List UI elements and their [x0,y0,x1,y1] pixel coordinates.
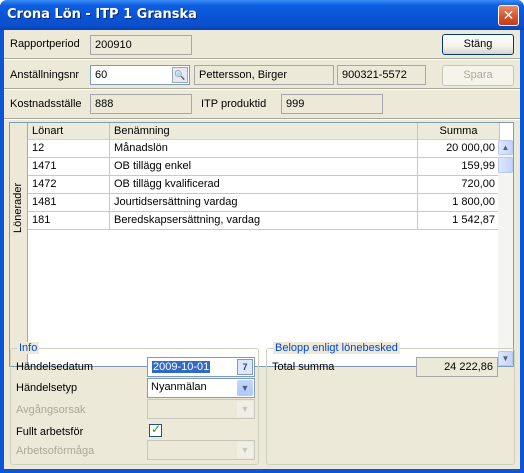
divider [4,88,520,90]
fullt-arbetsfor-checkbox[interactable]: ✓ [149,422,162,437]
table-row[interactable]: 12 Månadslön 20 000,00 [28,140,500,158]
handelsetyp-select[interactable]: Nyanmälan ▼ [147,378,255,398]
cell-lonart: 12 [28,140,110,158]
divider [4,58,520,60]
total-summa-field: 24 222,86 [416,357,498,377]
handelsedatum-value: 2009-10-01 [152,361,211,373]
spara-button[interactable]: Spara [442,65,514,86]
cell-summa: 20 000,00 [418,140,500,158]
itp-produktid-label: ITP produktid [201,98,267,110]
lonerader-tab[interactable]: Lönerader [10,123,28,366]
cell-summa: 159,99 [418,158,500,176]
scroll-thumb[interactable] [498,157,513,173]
rapportperiod-label: Rapportperiod [10,38,80,50]
grid-header: Lönart Benämning Summa [28,123,500,140]
divider [4,118,520,120]
stang-button[interactable]: Stäng [442,34,514,55]
cell-summa: 1 800,00 [418,194,500,212]
itp-produktid-field: 999 [281,94,383,114]
scroll-up-icon[interactable]: ▲ [498,140,513,155]
checkmark-icon: ✓ [151,422,162,436]
column-header-benamning[interactable]: Benämning [110,123,418,140]
handelsetyp-value: Nyanmälan [151,381,207,393]
kostnadsstalle-label: Kostnadsställe [10,98,82,110]
cell-benamning: Jourtidsersättning vardag [110,194,418,212]
app-window: Crona Lön - ITP 1 Granska ✕ Rapportperio… [0,0,524,473]
info-group-title: Info [17,342,40,354]
total-summa-label: Total summa [272,361,335,373]
kostnadsstalle-field: 888 [90,94,192,114]
avgangsorsak-label: Avgångsorsak [16,404,86,416]
search-icon[interactable]: 🔍 [172,67,188,83]
handelsetyp-label: Händelsetyp [16,382,78,394]
cell-benamning: Månadslön [110,140,418,158]
lonerader-tab-label: Lönerader [12,182,24,233]
cell-lonart: 1472 [28,176,110,194]
cell-lonart: 1471 [28,158,110,176]
title-bar[interactable]: Crona Lön - ITP 1 Granska ✕ [0,0,524,30]
cell-lonart: 181 [28,212,110,230]
handelsedatum-input[interactable]: 2009-10-01 7 [147,357,255,377]
anstallningsnr-value: 60 [95,69,108,81]
cell-benamning: OB tillägg enkel [110,158,418,176]
fullt-arbetsfor-label: Fullt arbetsför [16,426,84,438]
belopp-group-title: Belopp enligt lönebesked [273,342,400,354]
employee-name-field: Pettersson, Birger [194,65,334,85]
chevron-down-icon[interactable]: ▼ [237,380,253,396]
table-row[interactable]: 1481 Jourtidsersättning vardag 1 800,00 [28,194,500,212]
column-header-summa[interactable]: Summa [418,123,500,140]
arbetsformaga-select[interactable]: ▼ [147,440,255,460]
lonerader-grid[interactable]: Lönerader Lönart Benämning Summa 12 Måna… [9,122,514,367]
cell-summa: 1 542,87 [418,212,500,230]
chevron-down-icon[interactable]: ▼ [237,401,253,417]
rapportperiod-field: 200910 [90,35,192,55]
anstallningsnr-label: Anställningsnr [10,69,80,81]
table-row[interactable]: 1472 OB tillägg kvalificerad 720,00 [28,176,500,194]
cell-benamning: OB tillägg kvalificerad [110,176,418,194]
vertical-scrollbar[interactable]: ▲ ▼ [498,140,513,366]
personnummer-field: 900321-5572 [337,65,426,85]
handelsedatum-label: Händelsedatum [16,361,94,373]
avgangsorsak-select[interactable]: ▼ [147,399,255,419]
cell-lonart: 1481 [28,194,110,212]
cell-summa: 720,00 [418,176,500,194]
anstallningsnr-input[interactable]: 60 🔍 [90,65,190,85]
calendar-icon[interactable]: 7 [237,359,253,375]
window-title: Crona Lön - ITP 1 Granska [7,7,197,22]
close-button[interactable]: ✕ [498,5,519,26]
client-area: Rapportperiod 200910 Stäng Anställningsn… [4,30,520,469]
cell-benamning: Beredskapsersättning, vardag [110,212,418,230]
arbetsformaga-label: Arbetsoförmåga [16,445,95,457]
column-header-lonart[interactable]: Lönart [28,123,110,140]
chevron-down-icon[interactable]: ▼ [237,442,253,458]
table-row[interactable]: 181 Beredskapsersättning, vardag 1 542,8… [28,212,500,230]
table-row[interactable]: 1471 OB tillägg enkel 159,99 [28,158,500,176]
